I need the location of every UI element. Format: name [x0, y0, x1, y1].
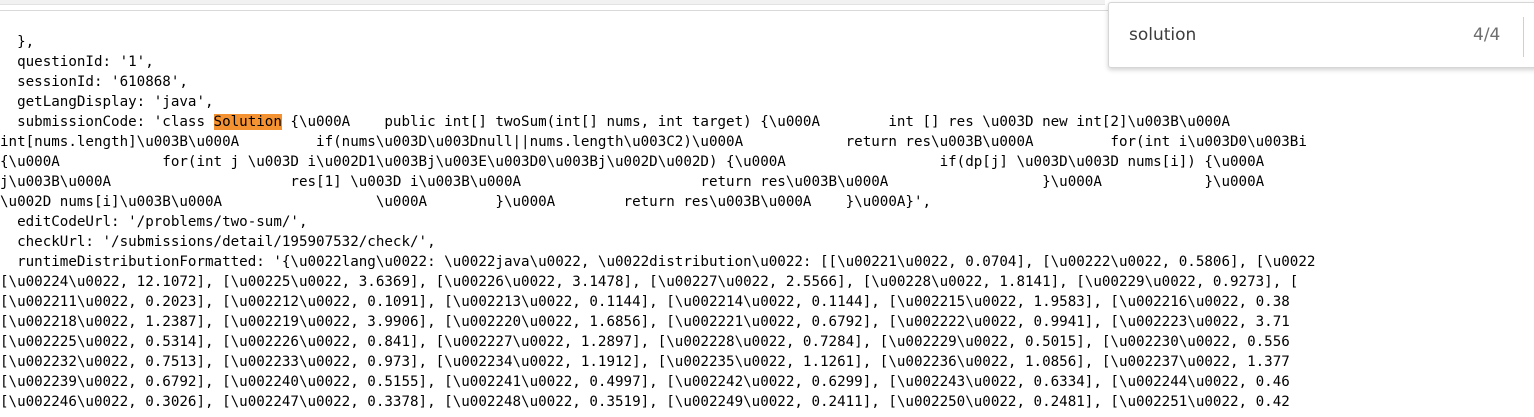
find-bar-divider	[1523, 17, 1524, 57]
source-line: {\u000A for(int j \u003D i\u002D1\u003Bj…	[0, 154, 1265, 170]
source-line: [\u002232\u0022, 0.7513], [\u002233\u002…	[0, 354, 1290, 370]
page-source-view: }, questionId: '1', sessionId: '610868',…	[0, 32, 1534, 412]
find-bar: solution 4/4	[1108, 2, 1534, 68]
source-line: [\u002225\u0022, 0.5314], [\u002226\u002…	[0, 334, 1290, 350]
tab-strip-edge	[0, 0, 1105, 5]
find-input[interactable]: solution	[1129, 25, 1196, 45]
source-line-rest: {\u000A public int[] twoSum(int[] nums, …	[281, 114, 1231, 130]
source-line: checkUrl: '/submissions/detail/195907532…	[0, 234, 436, 250]
source-line: runtimeDistributionFormatted: '{\u0022la…	[0, 254, 1316, 270]
source-line: [\u002246\u0022, 0.3026], [\u002247\u002…	[0, 394, 1290, 410]
source-line: [\u002218\u0022, 1.2387], [\u002219\u002…	[0, 314, 1290, 330]
source-line: int[nums.length]\u003B\u000A if(nums\u00…	[0, 134, 1307, 150]
source-line: editCodeUrl: '/problems/two-sum/',	[0, 214, 308, 230]
source-line-submission-code: submissionCode: 'class Solution {\u000A …	[0, 112, 1534, 132]
find-match-count: 4/4	[1473, 25, 1501, 45]
source-line: [\u002211\u0022, 0.2023], [\u002212\u002…	[0, 294, 1290, 310]
source-line: [\u002239\u0022, 0.6792], [\u002240\u002…	[0, 374, 1290, 390]
source-line: getLangDisplay: 'java',	[0, 94, 214, 110]
source-line: [\u00224\u0022, 12.1072], [\u00225\u0022…	[0, 274, 1299, 290]
source-line: \u002D nums[i]\u003B\u000A \u000A }\u000…	[0, 194, 932, 210]
source-line: j\u003B\u000A res[1] \u003D i\u003B\u000…	[0, 174, 1265, 190]
source-line-prefix: submissionCode: 'class	[0, 114, 214, 130]
find-match-highlight: Solution	[213, 114, 282, 130]
source-line: sessionId: '610868',	[0, 74, 188, 90]
